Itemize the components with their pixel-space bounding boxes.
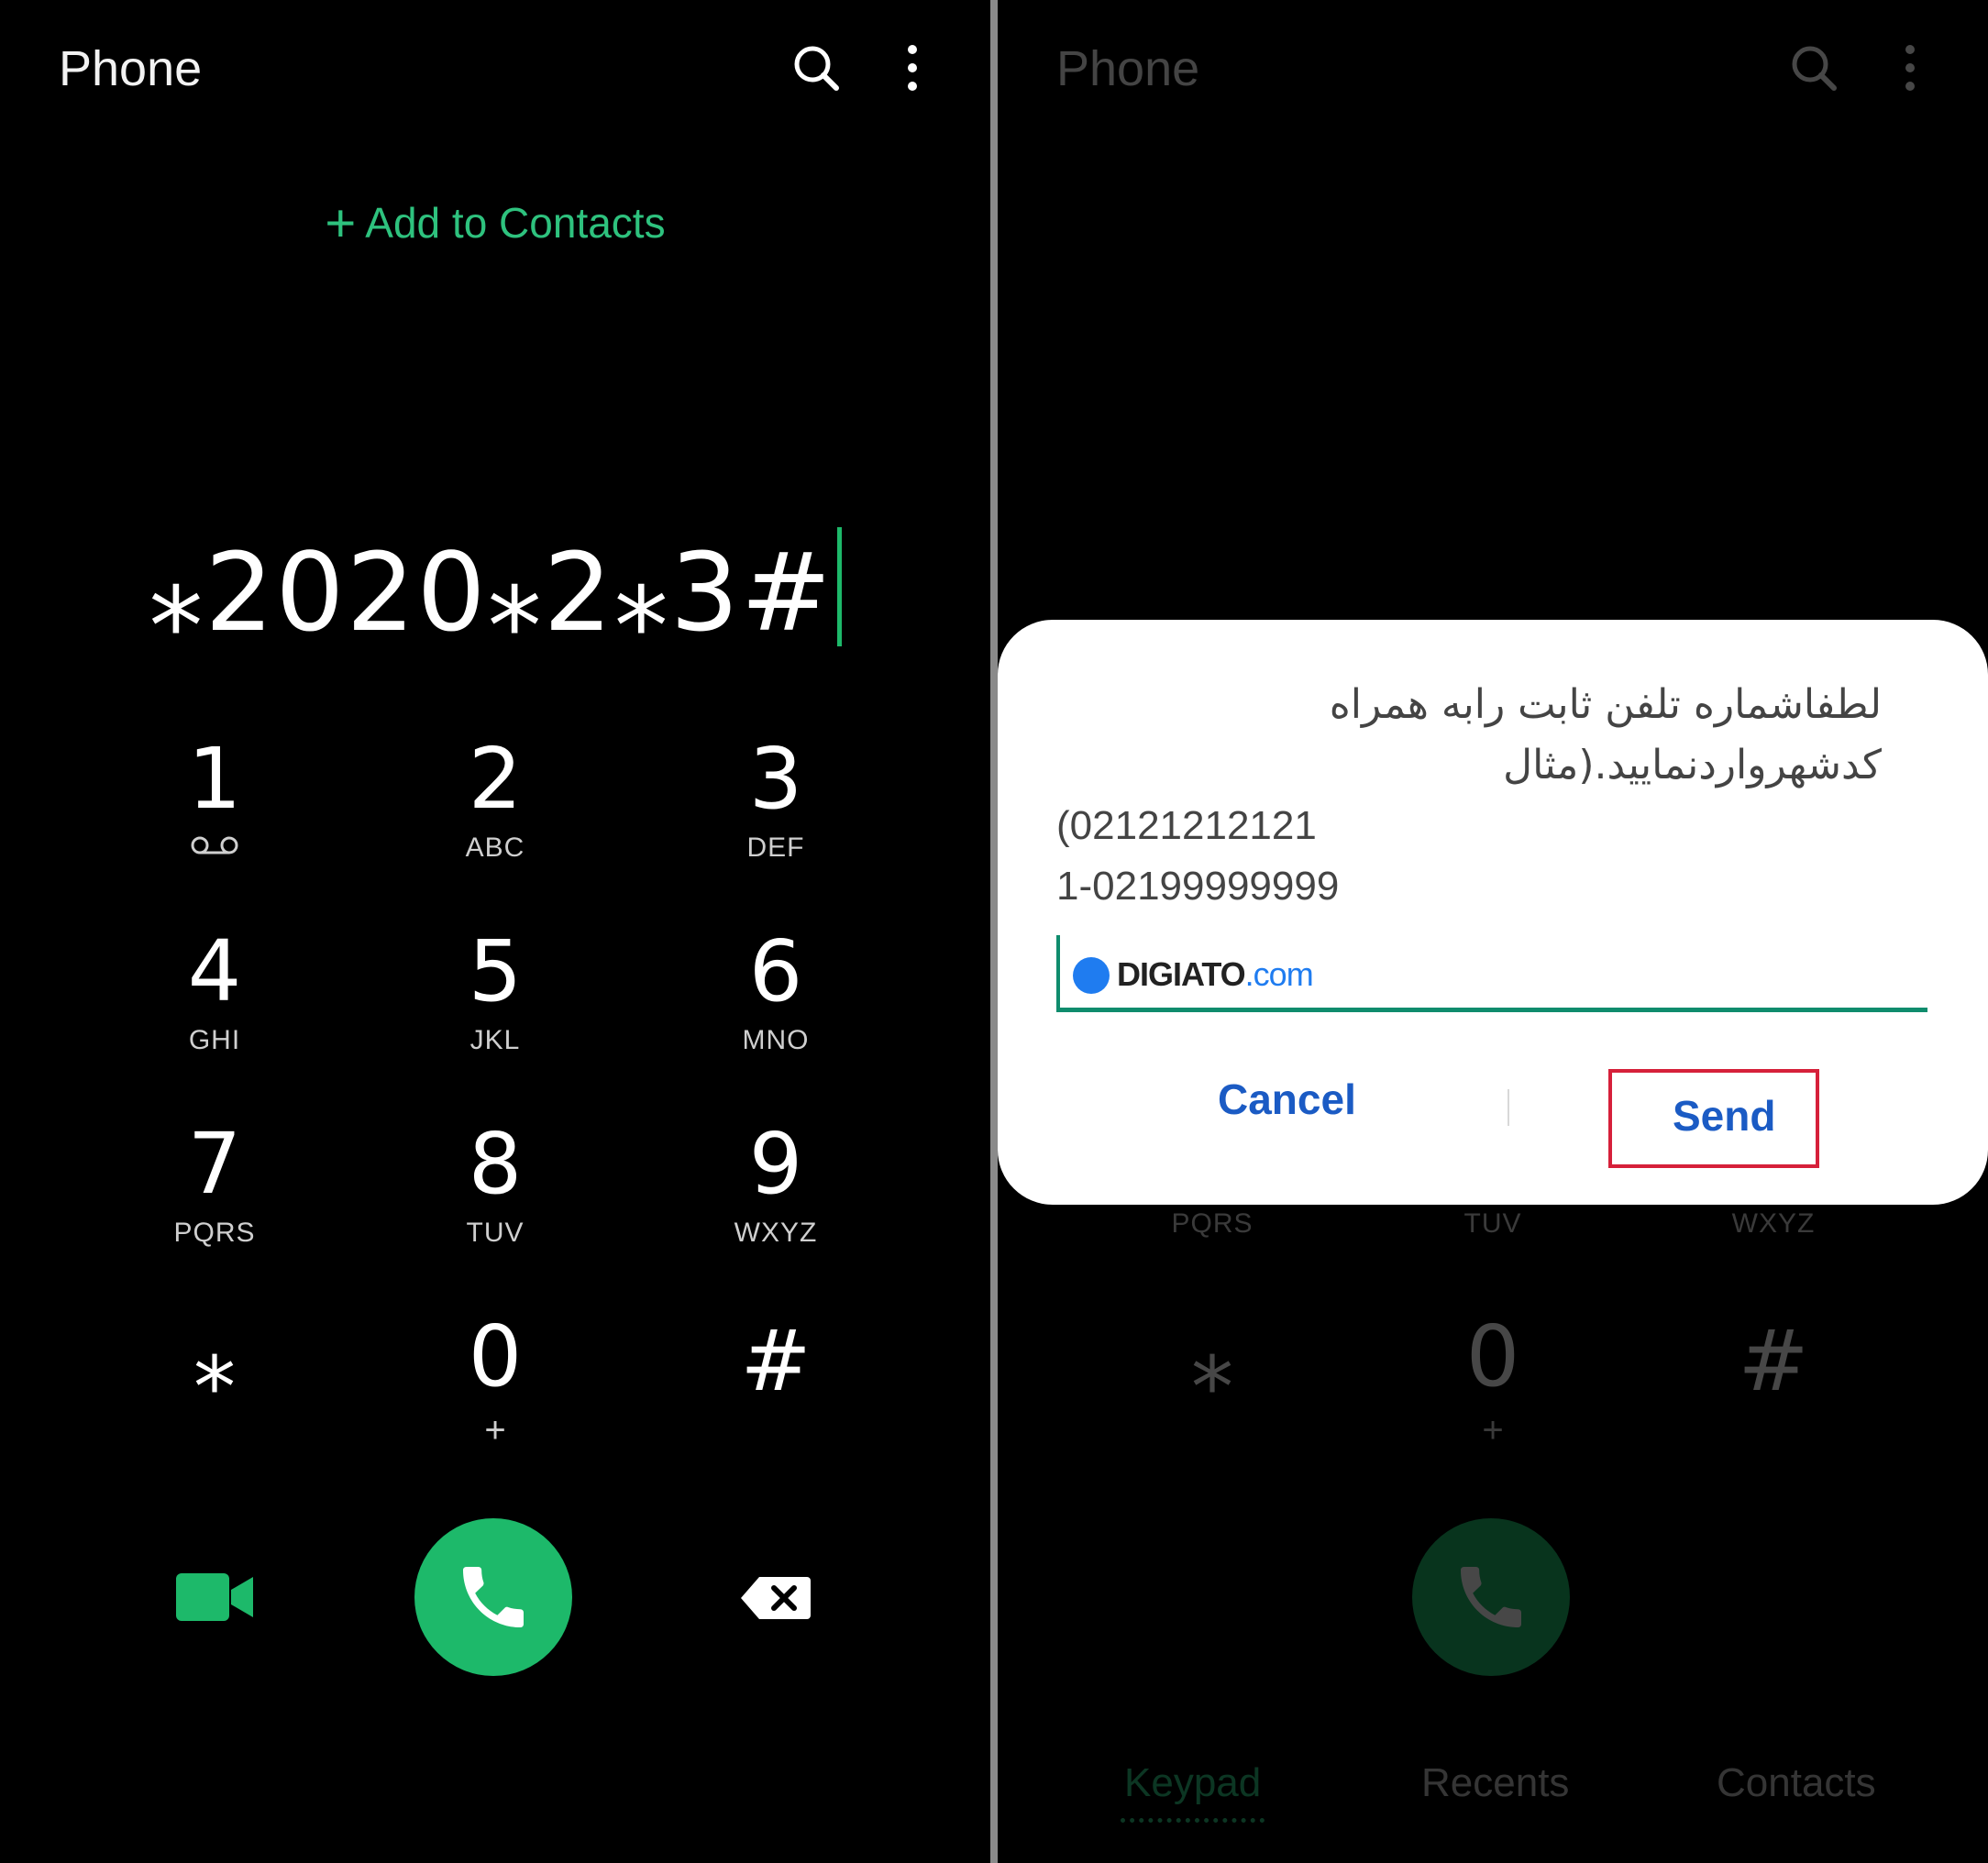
- key-star[interactable]: ⁎: [1075, 1274, 1350, 1458]
- key-digit: 2: [468, 730, 523, 828]
- key-letters: TUV: [1463, 1208, 1522, 1239]
- key-digit: #: [1738, 1312, 1809, 1410]
- key-4[interactable]: 4 GHI: [77, 926, 352, 1109]
- search-icon[interactable]: [789, 40, 844, 95]
- add-to-contacts-label: Add to Contacts: [365, 199, 666, 247]
- more-options-icon[interactable]: [885, 40, 940, 95]
- phone-icon: [1461, 1567, 1521, 1627]
- plus-icon: +: [325, 193, 357, 253]
- key-digit: 0: [468, 1307, 523, 1406]
- digiato-logo-icon: [1073, 957, 1110, 994]
- bottom-tab-bar: Keypad Recents Contacts: [998, 1760, 1988, 1834]
- key-digit: ⁎: [1191, 1312, 1233, 1410]
- key-digit: 8: [468, 1115, 523, 1213]
- key-digit: 0: [1465, 1307, 1520, 1406]
- key-digit: 9: [748, 1115, 803, 1213]
- cancel-button[interactable]: Cancel: [1218, 1075, 1356, 1124]
- dialed-number-text: ⁎2020⁎2⁎3#: [149, 529, 834, 656]
- add-to-contacts-button[interactable]: + Add to Contacts: [0, 193, 990, 254]
- text-cursor: [836, 527, 842, 646]
- key-letters: GHI: [188, 1025, 241, 1055]
- key-digit: 4: [187, 922, 242, 1020]
- key-0[interactable]: 0 +: [1355, 1311, 1630, 1494]
- key-3[interactable]: 3 DEF: [638, 733, 913, 917]
- key-letters: PQRS: [1171, 1208, 1254, 1239]
- key-digit: ⁎: [193, 1312, 236, 1410]
- voicemail-icon: [191, 836, 238, 854]
- key-letters: TUV: [466, 1218, 525, 1248]
- key-6[interactable]: 6 MNO: [638, 926, 913, 1109]
- app-title: Phone: [59, 41, 203, 96]
- key-star[interactable]: ⁎: [77, 1274, 352, 1458]
- key-letters: WXYZ: [734, 1218, 818, 1248]
- dialog-reply-input[interactable]: DIGIATO.com: [1056, 935, 1927, 1012]
- text-cursor: [1056, 935, 1060, 1009]
- key-letters: +: [484, 1410, 506, 1450]
- call-button[interactable]: [414, 1518, 572, 1676]
- key-2[interactable]: 2 ABC: [358, 733, 633, 917]
- key-letters: WXYZ: [1731, 1208, 1816, 1239]
- search-icon[interactable]: [1786, 40, 1841, 95]
- key-1[interactable]: 1: [77, 733, 352, 917]
- key-digit: 7: [187, 1115, 242, 1213]
- left-phone-screen: Phone + Add to Contacts ⁎2020⁎2⁎3# 1 2 AB…: [0, 0, 990, 1863]
- dialog-message: لطفاشماره تلفن ثابت رابه همراه کدشهروارد…: [1056, 675, 1882, 917]
- key-letters: DEF: [746, 832, 805, 863]
- tab-contacts[interactable]: Contacts: [1717, 1760, 1876, 1806]
- dialog-message-example-2: 1-02199999999: [1056, 864, 1340, 909]
- key-8[interactable]: 8 TUV: [358, 1119, 633, 1302]
- dialed-number-field[interactable]: ⁎2020⁎2⁎3#: [0, 527, 990, 656]
- button-separator: [1508, 1089, 1509, 1126]
- tab-recents[interactable]: Recents: [1421, 1760, 1569, 1806]
- key-digit: 1: [187, 730, 242, 828]
- app-title: Phone: [1056, 41, 1200, 96]
- watermark-name: DIGIATO: [1117, 955, 1246, 993]
- digiato-watermark: DIGIATO.com: [1073, 955, 1314, 994]
- key-5[interactable]: 5 JKL: [358, 926, 633, 1109]
- watermark-tld: .com: [1244, 955, 1314, 993]
- key-letters: JKL: [469, 1025, 521, 1055]
- dialog-message-example: (02121212121: [1056, 803, 1317, 848]
- key-letters: PQRS: [173, 1218, 256, 1248]
- backspace-icon[interactable]: [739, 1575, 812, 1621]
- key-letters: +: [1482, 1410, 1504, 1450]
- key-letters: ABC: [465, 832, 525, 863]
- key-digit: #: [740, 1312, 812, 1410]
- key-digit: 6: [748, 922, 803, 1020]
- screen-divider: [990, 0, 998, 1863]
- phone-icon: [463, 1567, 524, 1627]
- call-button[interactable]: [1412, 1518, 1570, 1676]
- send-button[interactable]: Send: [1673, 1091, 1775, 1141]
- dialog-message-persian: لطفاشماره تلفن ثابت رابه همراه کدشهروارد…: [1329, 681, 1882, 788]
- key-hash[interactable]: #: [1636, 1274, 1911, 1458]
- key-letters: MNO: [742, 1025, 810, 1055]
- more-options-icon[interactable]: [1883, 40, 1938, 95]
- right-phone-screen: Phone PQRS TUV WXYZ ⁎ 0 + # Keypad Recen…: [998, 0, 1988, 1863]
- key-0[interactable]: 0 +: [358, 1311, 633, 1494]
- ussd-dialog: لطفاشماره تلفن ثابت رابه همراه کدشهروارد…: [998, 620, 1988, 1205]
- key-digit: 3: [748, 730, 803, 828]
- tab-keypad[interactable]: Keypad: [1120, 1760, 1265, 1823]
- key-digit: 5: [468, 922, 523, 1020]
- key-hash[interactable]: #: [638, 1274, 913, 1458]
- video-call-icon[interactable]: [174, 1568, 257, 1626]
